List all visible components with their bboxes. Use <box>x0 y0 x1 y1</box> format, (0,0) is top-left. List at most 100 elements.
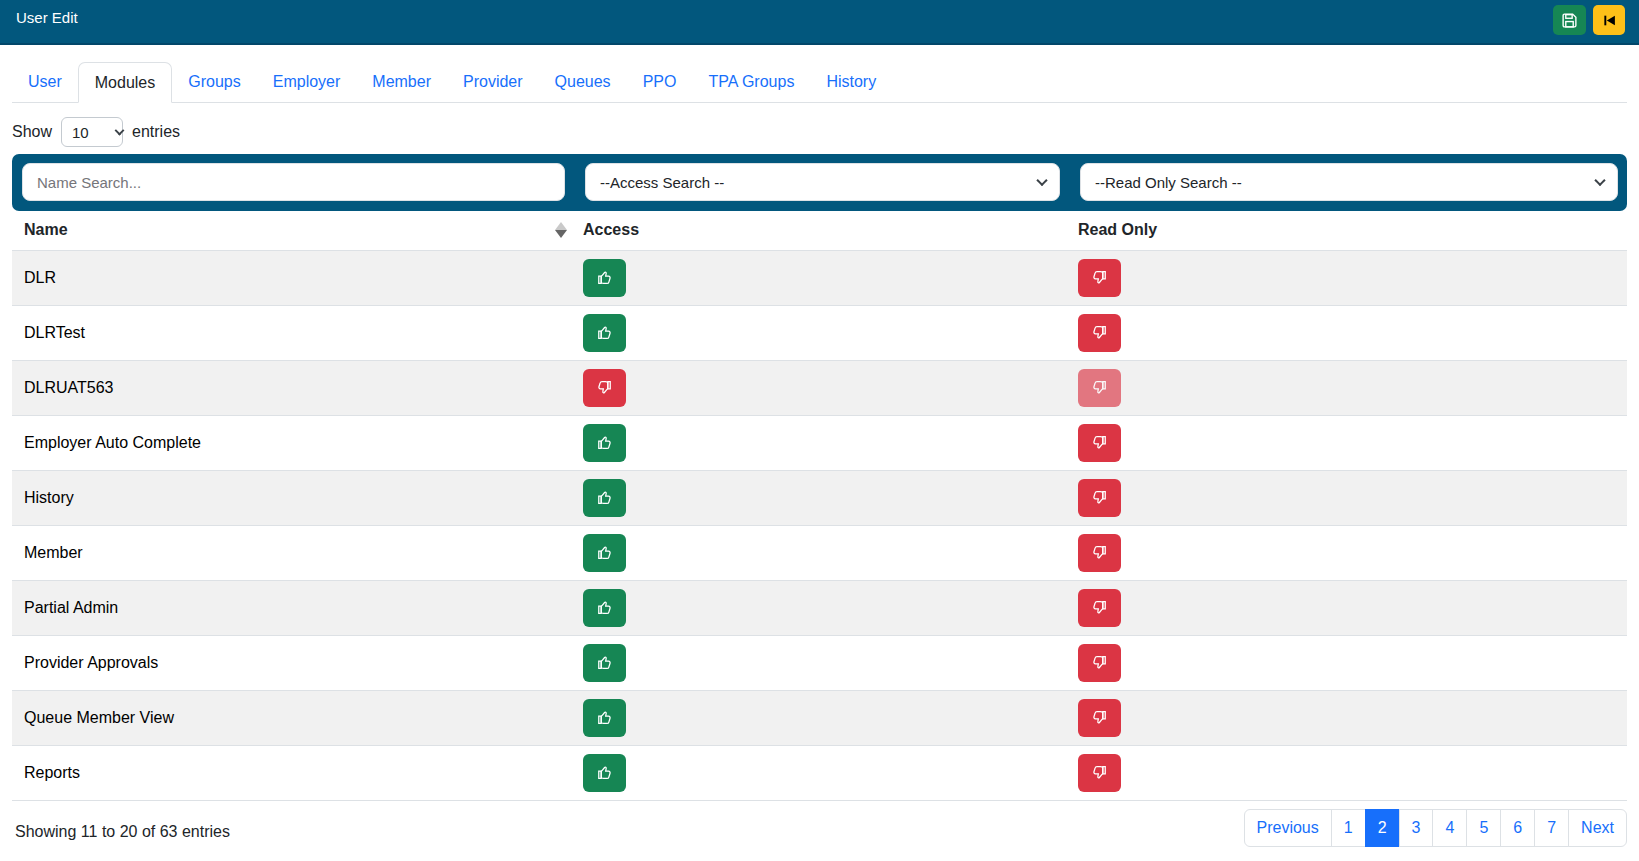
sort-icon <box>555 222 565 238</box>
tab-groups[interactable]: Groups <box>172 62 256 102</box>
access-cell <box>571 470 1066 525</box>
access-thumbs-up-button[interactable] <box>583 479 626 517</box>
column-header-readonly[interactable]: Read Only <box>1066 211 1627 250</box>
entries-control: Show 10 entries <box>12 117 1627 147</box>
access-cell <box>571 415 1066 470</box>
table-header-row: Name Access Read Only <box>12 211 1627 250</box>
access-thumbs-up-button[interactable] <box>583 644 626 682</box>
access-cell <box>571 580 1066 635</box>
read-only-thumbs-down-button[interactable] <box>1078 699 1121 737</box>
access-thumbs-up-button[interactable] <box>583 314 626 352</box>
read-only-thumbs-down-button[interactable] <box>1078 534 1121 572</box>
tab-ppo[interactable]: PPO <box>627 62 693 102</box>
read-only-cell <box>1066 525 1627 580</box>
access-search-select[interactable]: --Access Search -- <box>585 163 1060 201</box>
page-length-select[interactable]: 10 <box>61 117 123 147</box>
access-thumbs-down-button[interactable] <box>583 369 626 407</box>
access-thumbs-up-button[interactable] <box>583 534 626 572</box>
access-cell <box>571 745 1066 800</box>
entries-label: entries <box>132 123 180 141</box>
pagination-previous-link[interactable]: Previous <box>1244 809 1332 847</box>
table-row: Partial Admin <box>12 580 1627 635</box>
show-label: Show <box>12 123 52 141</box>
name-search-input[interactable] <box>22 163 565 201</box>
pagination-page-4-link[interactable]: 4 <box>1432 809 1467 847</box>
pagination-page-3-link[interactable]: 3 <box>1399 809 1434 847</box>
table-footer: Showing 11 to 20 of 63 entries Previous1… <box>12 801 1627 847</box>
tab-provider[interactable]: Provider <box>447 62 539 102</box>
table-row: DLRTest <box>12 305 1627 360</box>
tab-queues[interactable]: Queues <box>539 62 627 102</box>
tab-employer[interactable]: Employer <box>257 62 357 102</box>
read-only-cell <box>1066 360 1627 415</box>
read-only-thumbs-down-button[interactable] <box>1078 314 1121 352</box>
read-only-cell <box>1066 580 1627 635</box>
save-icon <box>1561 12 1578 29</box>
pagination-page-5: 5 <box>1467 809 1501 847</box>
pagination-next-link[interactable]: Next <box>1568 809 1627 847</box>
pagination-page-2: 2 <box>1366 809 1400 847</box>
access-cell <box>571 305 1066 360</box>
module-name-cell: Reports <box>12 745 571 800</box>
read-only-thumbs-down-button[interactable] <box>1078 754 1121 792</box>
showing-entries-text: Showing 11 to 20 of 63 entries <box>15 823 230 841</box>
access-thumbs-up-button[interactable] <box>583 259 626 297</box>
top-buttons <box>1553 5 1625 35</box>
skip-back-icon <box>1602 13 1617 28</box>
column-header-name[interactable]: Name <box>12 211 571 250</box>
table-row: DLR <box>12 250 1627 305</box>
table-row: Provider Approvals <box>12 635 1627 690</box>
read-only-thumbs-down-button[interactable] <box>1078 369 1121 407</box>
module-name-cell: DLR <box>12 250 571 305</box>
access-cell <box>571 250 1066 305</box>
module-name-cell: Employer Auto Complete <box>12 415 571 470</box>
module-name-cell: Provider Approvals <box>12 635 571 690</box>
tab-tpa-groups[interactable]: TPA Groups <box>692 62 810 102</box>
readonly-search-select[interactable]: --Read Only Search -- <box>1080 163 1618 201</box>
read-only-cell <box>1066 305 1627 360</box>
access-thumbs-up-button[interactable] <box>583 589 626 627</box>
tab-member[interactable]: Member <box>356 62 447 102</box>
top-bar: User Edit <box>0 0 1639 45</box>
read-only-thumbs-down-button[interactable] <box>1078 644 1121 682</box>
pagination-page-7-link[interactable]: 7 <box>1534 809 1569 847</box>
read-only-cell <box>1066 415 1627 470</box>
page-title: User Edit <box>16 9 78 26</box>
tab-history[interactable]: History <box>810 62 892 102</box>
table-row: Member <box>12 525 1627 580</box>
read-only-cell <box>1066 635 1627 690</box>
pagination-page-1-link[interactable]: 1 <box>1331 809 1366 847</box>
modules-table: Name Access Read Only DLRDLRTestDLRUAT56… <box>12 211 1627 801</box>
pagination-page-1: 1 <box>1332 809 1366 847</box>
module-name-cell: Partial Admin <box>12 580 571 635</box>
table-row: Reports <box>12 745 1627 800</box>
pagination-page-7: 7 <box>1535 809 1569 847</box>
tab-bar: UserModulesGroupsEmployerMemberProviderQ… <box>12 62 1627 103</box>
read-only-thumbs-down-button[interactable] <box>1078 259 1121 297</box>
filter-bar: --Access Search -- --Read Only Search -- <box>12 154 1627 211</box>
table-row: History <box>12 470 1627 525</box>
access-thumbs-up-button[interactable] <box>583 699 626 737</box>
access-cell <box>571 360 1066 415</box>
pagination-page-2-link[interactable]: 2 <box>1365 809 1400 847</box>
access-thumbs-up-button[interactable] <box>583 754 626 792</box>
column-header-access[interactable]: Access <box>571 211 1066 250</box>
tab-modules[interactable]: Modules <box>78 62 172 103</box>
save-button[interactable] <box>1553 5 1586 35</box>
pagination-page-5-link[interactable]: 5 <box>1466 809 1501 847</box>
read-only-cell <box>1066 250 1627 305</box>
pagination-page-3: 3 <box>1400 809 1434 847</box>
read-only-cell <box>1066 745 1627 800</box>
tab-user[interactable]: User <box>12 62 78 102</box>
table-row: Employer Auto Complete <box>12 415 1627 470</box>
read-only-thumbs-down-button[interactable] <box>1078 589 1121 627</box>
back-button[interactable] <box>1593 5 1625 35</box>
access-cell <box>571 690 1066 745</box>
read-only-cell <box>1066 470 1627 525</box>
pagination-page-4: 4 <box>1433 809 1467 847</box>
module-name-cell: Queue Member View <box>12 690 571 745</box>
access-thumbs-up-button[interactable] <box>583 424 626 462</box>
read-only-thumbs-down-button[interactable] <box>1078 424 1121 462</box>
read-only-thumbs-down-button[interactable] <box>1078 479 1121 517</box>
pagination-page-6-link[interactable]: 6 <box>1500 809 1535 847</box>
